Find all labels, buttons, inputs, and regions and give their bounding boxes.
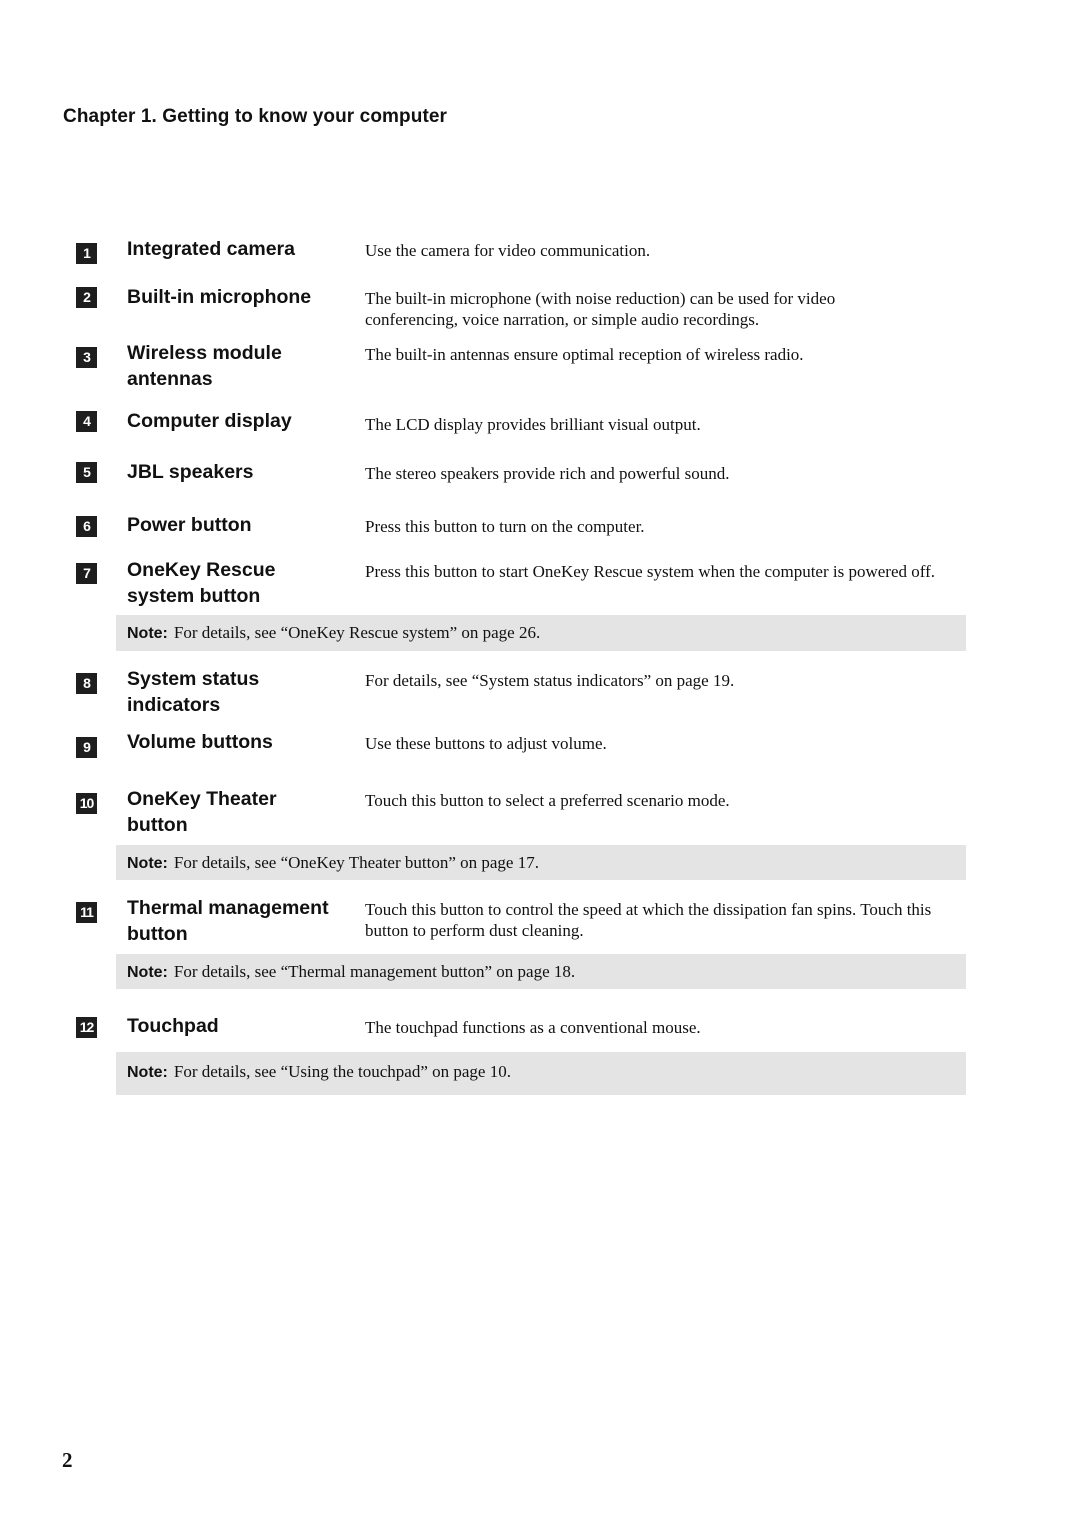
page-number: 2 bbox=[62, 1448, 73, 1472]
note-box: Note: For details, see “Thermal managemen… bbox=[116, 954, 966, 989]
item-description: The touchpad functions as a conventional… bbox=[365, 1018, 701, 1037]
note-text: For details, see “Thermal management but… bbox=[173, 962, 576, 981]
item-number-badge: 7 bbox=[76, 563, 97, 584]
item-number-badge: 11 bbox=[76, 902, 97, 923]
item-term: Wireless module antennas bbox=[127, 342, 282, 390]
item-number-badge: 12 bbox=[76, 1017, 97, 1038]
item-description: Press this button to start OneKey Rescue… bbox=[365, 562, 936, 581]
item-description: Press this button to turn on the compute… bbox=[365, 517, 645, 536]
item-description: For details, see “System status indicato… bbox=[365, 671, 735, 690]
chapter-title: Chapter 1. Getting to know your computer bbox=[63, 106, 448, 127]
item-description: The built-in microphone (with noise redu… bbox=[365, 289, 836, 329]
item-term: OneKey Theater button bbox=[127, 788, 277, 836]
item-description: The stereo speakers provide rich and pow… bbox=[365, 464, 730, 483]
item-number-badge: 1 bbox=[76, 243, 97, 264]
item-term: JBL speakers bbox=[127, 461, 254, 483]
item-term: Computer display bbox=[127, 410, 292, 432]
item-term: OneKey Rescue system button bbox=[127, 559, 276, 607]
item-term: Integrated camera bbox=[127, 238, 295, 260]
item-number-badge: 3 bbox=[76, 347, 97, 368]
note-label: Note: bbox=[127, 625, 168, 642]
item-number-badge: 10 bbox=[76, 793, 97, 814]
item-description: The LCD display provides brilliant visua… bbox=[365, 415, 701, 434]
item-term: System status indicators bbox=[127, 668, 260, 716]
item-term: Volume buttons bbox=[127, 731, 273, 753]
note-text: For details, see “Using the touchpad” on… bbox=[173, 1062, 511, 1081]
note-text: For details, see “OneKey Theater button”… bbox=[173, 853, 539, 872]
note-box: Note: For details, see “OneKey Rescue sys… bbox=[116, 615, 966, 651]
item-description: The built-in antennas ensure optimal rec… bbox=[365, 345, 804, 364]
item-term: Thermal management button bbox=[127, 897, 329, 945]
item-description: Touch this button to control the speed a… bbox=[365, 900, 932, 940]
item-number-badge: 9 bbox=[76, 737, 97, 758]
item-term: Touchpad bbox=[127, 1015, 219, 1037]
note-label: Note: bbox=[127, 1064, 168, 1081]
note-label: Note: bbox=[127, 964, 168, 981]
note-box: Note: For details, see “OneKey Theater bu… bbox=[116, 845, 966, 880]
item-description: Use the camera for video communication. bbox=[365, 241, 651, 260]
item-description: Use these buttons to adjust volume. bbox=[365, 734, 607, 753]
item-number-badge: 4 bbox=[76, 411, 97, 432]
note-label: Note: bbox=[127, 855, 168, 872]
note-box: Note: For details, see “Using the touchpa… bbox=[116, 1052, 966, 1095]
item-number-badge: 8 bbox=[76, 673, 97, 694]
item-term: Power button bbox=[127, 514, 252, 536]
item-number-badge: 6 bbox=[76, 516, 97, 537]
item-number-badge: 5 bbox=[76, 462, 97, 483]
note-text: For details, see “OneKey Rescue system” … bbox=[173, 623, 541, 642]
item-description: Touch this button to select a preferred … bbox=[365, 791, 730, 810]
item-term: Built-in microphone bbox=[127, 286, 312, 308]
item-number-badge: 2 bbox=[76, 287, 97, 308]
